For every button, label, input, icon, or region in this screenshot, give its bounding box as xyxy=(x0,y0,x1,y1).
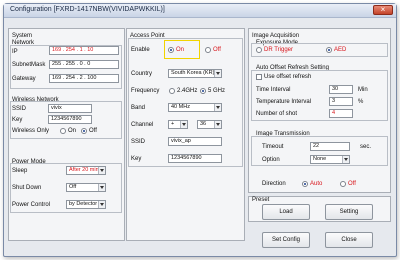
wireless-only-off-radio[interactable] xyxy=(81,128,87,134)
ap-ssid-input[interactable]: vivix_ap xyxy=(168,137,222,146)
wireless-ssid-input[interactable]: vivix xyxy=(48,104,92,113)
time-interval-unit: Min xyxy=(358,87,368,93)
sleep-label: Sleep xyxy=(12,168,28,174)
wireless-key-label: Key xyxy=(12,117,23,123)
ap-ssid-label: SSID xyxy=(131,139,146,145)
number-of-shot-label: Number of shot xyxy=(256,111,298,117)
close-button[interactable]: Close xyxy=(325,232,373,248)
temperature-interval-input[interactable]: 3 xyxy=(329,97,353,106)
ip-label: IP xyxy=(12,49,18,55)
timeout-input[interactable]: 22 xyxy=(310,142,350,151)
subnet-label: SubnetMask xyxy=(12,62,46,68)
load-button[interactable]: Load xyxy=(262,204,310,220)
aed-label: AED xyxy=(334,47,347,53)
preset-heading: Preset xyxy=(252,197,270,203)
chevron-down-icon xyxy=(180,121,187,128)
shutdown-select[interactable]: Off xyxy=(66,183,106,192)
time-interval-input[interactable]: 30 xyxy=(329,85,353,94)
subnet-input[interactable]: 255 . 255 . 0 . 0 xyxy=(49,60,119,69)
dr-trigger-label: DR Trigger xyxy=(264,47,294,53)
ap-key-input[interactable]: 1234567890 xyxy=(168,154,222,163)
time-interval-label: Time Interval xyxy=(256,87,291,93)
ap-enable-on-radio[interactable] xyxy=(168,47,174,53)
direction-label: Direction xyxy=(262,181,286,187)
wireless-key-input[interactable]: 1234567890 xyxy=(48,115,92,124)
band-select[interactable]: 40 MHz xyxy=(168,103,222,112)
chevron-down-icon xyxy=(98,167,105,174)
timeout-unit: sec. xyxy=(360,144,372,150)
chevron-down-icon xyxy=(214,70,221,77)
use-offset-label: Use offset refresh xyxy=(264,74,312,80)
use-offset-checkbox[interactable] xyxy=(256,74,262,80)
wireless-only-on-radio[interactable] xyxy=(60,128,66,134)
temperature-interval-unit: % xyxy=(358,99,364,105)
channel-select[interactable]: 36 xyxy=(197,120,222,129)
wireless-only-label: Wireless Only xyxy=(12,128,50,134)
direction-off-radio[interactable] xyxy=(340,181,346,187)
ap-enable-on-label: On xyxy=(176,47,185,53)
ap-enable-label: Enable xyxy=(131,47,150,53)
channel-label: Channel xyxy=(131,122,154,128)
country-label: Country xyxy=(131,71,153,77)
wireless-only-off-label: Off xyxy=(89,128,97,134)
freq-24-radio[interactable] xyxy=(169,88,175,94)
chevron-down-icon xyxy=(342,156,349,163)
shutdown-label: Shut Down xyxy=(12,185,42,191)
chevron-down-icon xyxy=(98,201,105,208)
chevron-down-icon xyxy=(214,104,221,111)
freq-24-label: 2.4GHz xyxy=(177,88,198,94)
direction-auto-label: Auto xyxy=(310,181,323,187)
wireless-only-on-label: On xyxy=(68,128,77,134)
ip-input[interactable]: 169 . 254 . 1 . 10 xyxy=(49,46,119,55)
gateway-input[interactable]: 169 . 254 . 2 . 100 xyxy=(49,74,119,83)
number-of-shot-input[interactable]: 4 xyxy=(329,109,353,118)
country-select[interactable]: South Korea (KR) xyxy=(168,69,222,78)
close-icon[interactable]: × xyxy=(373,5,393,15)
frequency-label: Frequency xyxy=(131,88,160,94)
dr-trigger-radio[interactable] xyxy=(256,47,262,53)
band-label: Band xyxy=(131,105,146,111)
temperature-interval-label: Temperature Interval xyxy=(256,99,312,105)
option-select[interactable]: None xyxy=(310,155,350,164)
channel-ext-select[interactable]: + xyxy=(168,120,188,129)
power-control-select[interactable]: by Detector xyxy=(66,200,106,209)
chevron-down-icon xyxy=(214,121,221,128)
chevron-down-icon xyxy=(98,184,105,191)
aed-radio[interactable] xyxy=(326,47,332,53)
freq-5-label: 5 GHz xyxy=(208,88,226,94)
ap-enable-off-label: Off xyxy=(213,47,221,53)
set-config-button[interactable]: Set Config xyxy=(262,232,310,248)
ap-key-label: Key xyxy=(131,156,142,162)
sleep-select[interactable]: After 20 min xyxy=(66,166,106,175)
freq-5-radio[interactable] xyxy=(200,88,206,94)
direction-auto-radio[interactable] xyxy=(302,181,308,187)
wireless-ssid-label: SSID xyxy=(12,106,27,112)
option-label: Option xyxy=(262,157,280,163)
power-control-label: Power Control xyxy=(12,202,51,208)
setting-button[interactable]: Setting xyxy=(325,204,373,220)
ap-enable-off-radio[interactable] xyxy=(205,47,211,53)
gateway-label: Gateway xyxy=(12,76,36,82)
direction-off-label: Off xyxy=(348,181,356,187)
window-title: Configuration [FXRD-1417NBW(VIVIDAPWKKIL… xyxy=(10,6,165,13)
timeout-label: Timeout xyxy=(262,144,284,150)
